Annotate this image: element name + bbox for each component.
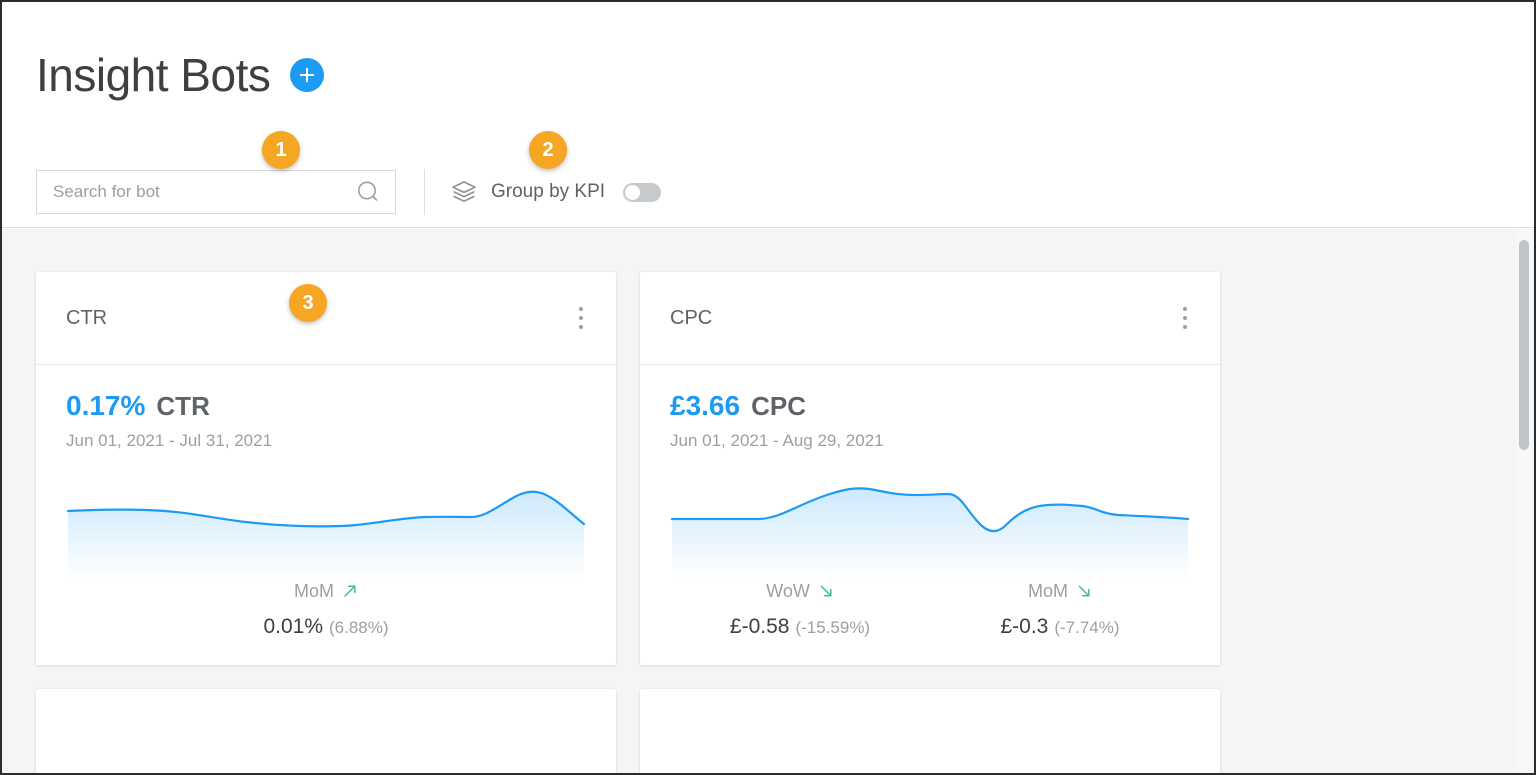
arrow-down-right-icon: [818, 583, 834, 599]
cards-scroll-area[interactable]: CTR 0.17% CTR Jun 01, 2021 - Jul 31, 202: [2, 229, 1534, 773]
card-footer-metrics: WoW £-0.58 (-15.59%): [640, 581, 1220, 665]
kebab-dot: [579, 307, 583, 311]
footer-metric-label-row: WoW: [670, 581, 930, 602]
footer-metric-label-row: MoM: [66, 581, 586, 602]
toolbar: Group by KPI: [36, 169, 661, 215]
add-bot-button[interactable]: [290, 58, 324, 92]
page-header: Insight Bots: [2, 2, 1534, 228]
card-row: CTR 0.17% CTR Jun 01, 2021 - Jul 31, 202: [36, 272, 1456, 665]
footer-metric: MoM £-0.3 (-7.74%): [930, 581, 1190, 639]
card-header: CTR: [36, 272, 616, 365]
callout-badge-3: 3: [289, 284, 327, 322]
page-title-row: Insight Bots: [36, 52, 324, 98]
footer-metric-label: MoM: [1028, 581, 1068, 602]
footer-metric-label: MoM: [294, 581, 334, 602]
card-body: 0.17% CTR Jun 01, 2021 - Jul 31, 2021: [36, 365, 616, 579]
search-icon[interactable]: [355, 179, 381, 205]
cards-grid: CTR 0.17% CTR Jun 01, 2021 - Jul 31, 202: [36, 272, 1456, 773]
metric-value: 0.17%: [66, 391, 145, 422]
card-footer-metrics: MoM 0.01% (6.88%): [36, 581, 616, 665]
group-by-kpi-toggle[interactable]: [623, 183, 661, 202]
metric-unit: CTR: [156, 392, 209, 421]
sparkline-chart-ctr: [66, 469, 586, 579]
vertical-scrollbar-thumb[interactable]: [1519, 240, 1529, 450]
footer-metric-label: WoW: [766, 581, 810, 602]
sparkline-chart-cpc: [670, 469, 1190, 579]
arrow-down-right-icon: [1076, 583, 1092, 599]
kebab-menu-icon[interactable]: [1174, 305, 1196, 331]
footer-metric: MoM 0.01% (6.88%): [66, 581, 586, 639]
search-input[interactable]: [53, 182, 355, 202]
vertical-scrollbar-track[interactable]: [1516, 229, 1532, 771]
footer-metric-percent: (-7.74%): [1054, 618, 1119, 638]
primary-metric: 0.17% CTR: [66, 391, 586, 422]
callout-badge-1: 1: [262, 131, 300, 169]
footer-metric-value-row: £-0.58 (-15.59%): [670, 615, 930, 639]
footer-metric-value-row: 0.01% (6.88%): [66, 615, 586, 639]
metric-unit: CPC: [751, 392, 806, 421]
bot-card-partial[interactable]: [640, 689, 1220, 773]
plus-icon: [296, 64, 318, 86]
bot-card-ctr[interactable]: CTR 0.17% CTR Jun 01, 2021 - Jul 31, 202: [36, 272, 616, 665]
bot-card-partial[interactable]: [36, 689, 616, 773]
kebab-dot: [1183, 316, 1187, 320]
footer-metric-value: £-0.58: [730, 615, 790, 639]
card-body: £3.66 CPC Jun 01, 2021 - Aug 29, 2021: [640, 365, 1220, 579]
footer-metric-percent: (-15.59%): [795, 618, 870, 638]
callout-badge-2: 2: [529, 131, 567, 169]
group-by-kpi-label: Group by KPI: [491, 181, 605, 203]
sparkline-area: [68, 492, 584, 579]
app-window: Insight Bots: [0, 0, 1536, 775]
footer-metric-percent: (6.88%): [329, 618, 389, 638]
footer-metric: WoW £-0.58 (-15.59%): [670, 581, 930, 639]
kebab-dot: [1183, 307, 1187, 311]
kebab-dot: [579, 316, 583, 320]
card-header: CPC: [640, 272, 1220, 365]
search-box[interactable]: [36, 170, 396, 214]
footer-metric-label-row: MoM: [930, 581, 1190, 602]
card-title: CPC: [670, 307, 1174, 330]
primary-metric: £3.66 CPC: [670, 391, 1190, 422]
footer-metric-value: £-0.3: [1000, 615, 1048, 639]
sparkline-svg: [66, 469, 586, 579]
footer-metric-value: 0.01%: [263, 615, 323, 639]
date-range: Jun 01, 2021 - Aug 29, 2021: [670, 431, 1190, 451]
kebab-menu-icon[interactable]: [570, 305, 592, 331]
metric-value: £3.66: [670, 391, 740, 422]
kebab-dot: [579, 325, 583, 329]
date-range: Jun 01, 2021 - Jul 31, 2021: [66, 431, 586, 451]
layers-icon: [451, 180, 477, 204]
sparkline-area: [672, 488, 1188, 579]
arrow-up-right-icon: [342, 583, 358, 599]
toggle-knob: [625, 185, 640, 200]
page-title: Insight Bots: [36, 52, 270, 98]
sparkline-svg: [670, 469, 1190, 579]
bot-card-cpc[interactable]: CPC £3.66 CPC Jun 01, 2021 - Aug 29, 202: [640, 272, 1220, 665]
card-row-next: [36, 689, 1456, 773]
footer-metric-value-row: £-0.3 (-7.74%): [930, 615, 1190, 639]
group-by-kpi-control[interactable]: Group by KPI: [451, 180, 661, 204]
toolbar-divider: [424, 169, 425, 215]
kebab-dot: [1183, 325, 1187, 329]
